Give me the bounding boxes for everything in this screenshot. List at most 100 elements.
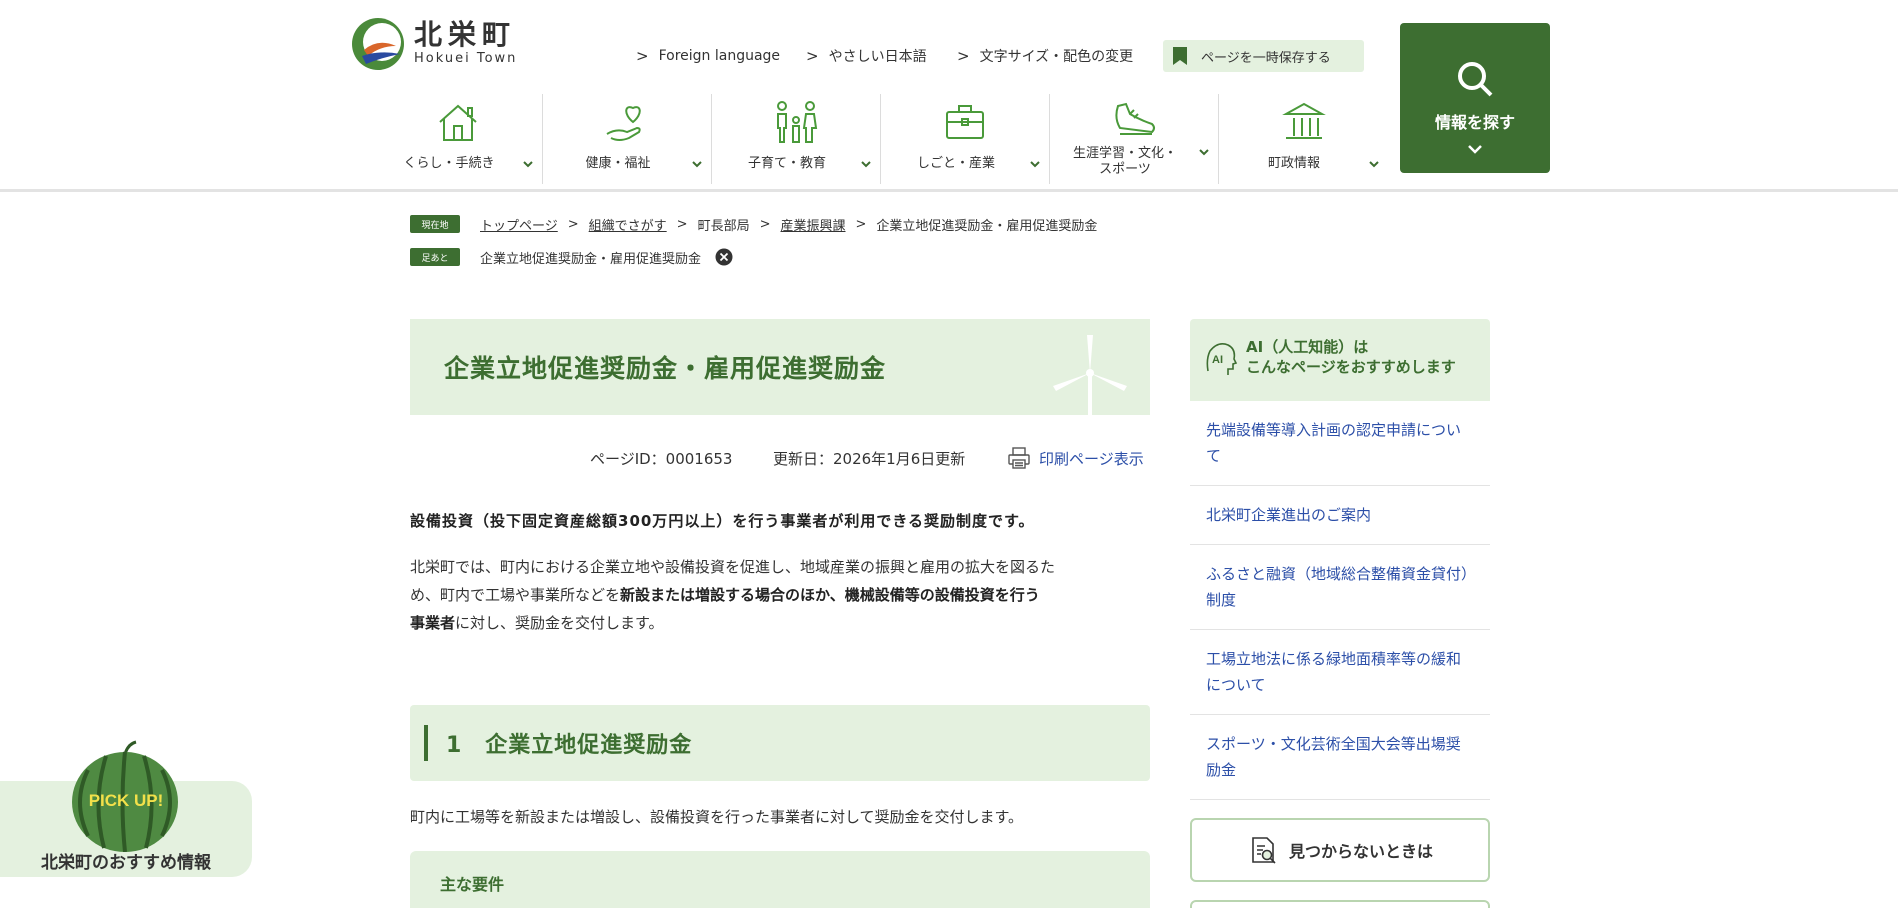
ai-badge-text: AI (1212, 354, 1223, 366)
save-page-label: ページを一時保存する (1201, 50, 1331, 66)
chevron-right-icon: > (636, 47, 649, 65)
nav-culture-label-line2: スポーツ (1099, 162, 1151, 177)
nav-health[interactable]: 健康・福祉 (543, 94, 712, 184)
nav-culture-label-line1: 生涯学習・文化・ (1072, 146, 1177, 161)
section-heading: 1 企業立地促進奨励金 (446, 733, 693, 758)
intro-line-3b: に対し、奨励金を交付します。 (455, 614, 664, 632)
logo-name-en: Hokuei Town (414, 51, 518, 66)
chevron-right-icon: > (957, 47, 970, 65)
breadcrumb-separator: > (855, 216, 867, 232)
close-icon[interactable] (715, 248, 733, 266)
updated-date: 更新日：2026年1月6日更新 (773, 449, 966, 468)
heading-accent-bar (424, 725, 428, 761)
lead-text: 設備投資（投下固定資産総額300万円以上）を行う事業者が利用できる奨励制度です。 (410, 512, 1035, 530)
breadcrumb-current-page: 企業立地促進奨励金・雇用促進奨励金 (876, 218, 1098, 234)
chevron-right-icon: > (806, 47, 819, 65)
global-nav: くらし・手続き 健康・福祉 子育て・教育 しごと・産業 生涯学習・文化・ スポー… (374, 94, 1388, 186)
breadcrumb-industry-link[interactable]: 産業振興課 (781, 215, 846, 234)
intro-line-2b: 新設または増設する場合のほか、機械設備等の設備投資を行う (620, 586, 1040, 604)
search-icon (1458, 62, 1493, 97)
recommend-link[interactable]: スポーツ・文化芸術全国大会等出場奨励金 (1190, 715, 1490, 800)
nav-living[interactable]: くらし・手続き (374, 94, 543, 184)
pickup-badge: PICK UP! (88, 791, 164, 810)
recommend-link[interactable]: 北栄町企業進出のご案内 (1190, 486, 1490, 545)
briefcase-icon (946, 105, 984, 139)
bookmark-icon (1173, 47, 1187, 65)
chevron-down-icon (692, 161, 702, 168)
breadcrumb-top-link[interactable]: トップページ (480, 215, 558, 234)
breadcrumb-separator: > (567, 216, 579, 232)
intro-line-2a: め、町内で工場や事業所などを (410, 586, 621, 604)
chevron-down-icon (1369, 161, 1379, 168)
foreign-language-link[interactable]: > Foreign language (636, 40, 780, 72)
text-size-color-link[interactable]: > 文字サイズ・配色の変更 (957, 40, 1133, 72)
logo-mark-icon (352, 18, 404, 70)
nav-childcare[interactable]: 子育て・教育 (712, 94, 881, 184)
intro-paragraph: 北栄町では、町内における企業立地や設備投資を促進し、地域産業の振興と雇用の拡大を… (410, 553, 1150, 637)
nav-culture-label: 生涯学習・文化・ スポーツ (1050, 146, 1200, 178)
recommend-link[interactable]: ふるさと融資（地域総合整備資金貸付）制度 (1190, 545, 1490, 630)
shoe-icon (1115, 102, 1155, 135)
chevron-down-icon (523, 161, 533, 168)
text-size-color-label: 文字サイズ・配色の変更 (979, 49, 1134, 65)
ai-title-line1: AI（人工知能）は (1246, 338, 1369, 356)
breadcrumb-organization-link[interactable]: 組織でさがす (589, 215, 667, 234)
nav-childcare-label: 子育て・教育 (747, 156, 826, 171)
footprint-tag: 足あと (410, 248, 460, 266)
intro-line-3a: 事業者 (410, 614, 456, 632)
search-info-label: 情報を探す (1434, 113, 1515, 132)
pickup-label[interactable]: 北栄町のおすすめ情報 (0, 848, 252, 873)
recommend-link[interactable]: 工場立地法に係る緑地面積率等の緩和について (1190, 630, 1490, 715)
site-logo[interactable]: 北栄町 Hokuei Town (350, 16, 517, 72)
page: 北栄町 Hokuei Town > Foreign language > やさし… (0, 0, 1898, 908)
breadcrumb-mayor-dept: 町長部局 (697, 218, 750, 234)
site-header: 北栄町 Hokuei Town > Foreign language > やさし… (0, 0, 1898, 192)
save-page-button[interactable]: ページを一時保存する (1163, 40, 1364, 72)
subsection-heading-box: 主な要件 (410, 851, 1150, 908)
townhall-icon (1281, 102, 1326, 139)
wind-turbine-icon (1053, 335, 1127, 415)
ai-recommend-header: AI AI（人工知能）は こんなページをおすすめします (1190, 319, 1490, 401)
footprint: 足あと 企業立地促進奨励金・雇用促進奨励金 (410, 247, 733, 267)
nav-culture[interactable]: 生涯学習・文化・ スポーツ (1050, 94, 1219, 184)
page-title-box: 企業立地促進奨励金・雇用促進奨励金 (410, 319, 1150, 415)
recommend-link[interactable]: 先端設備等導入計画の認定申請について (1190, 401, 1490, 486)
heart-hand-icon (606, 106, 641, 141)
breadcrumb-separator: > (759, 216, 771, 232)
breadcrumb: 現在地 トップページ > 組織でさがす > 町長部局 > 産業振興課 > 企業立… (410, 214, 1097, 234)
not-found-label: 見つからないときは (1288, 842, 1433, 861)
nav-town-label: 町政情報 (1267, 156, 1320, 171)
footprint-item[interactable]: 企業立地促進奨励金・雇用促進奨励金 (480, 248, 701, 267)
print-page-link[interactable]: 印刷ページ表示 (1007, 446, 1144, 470)
intro-line-1: 北栄町では、町内における企業立地や設備投資を促進し、地域産業の振興と雇用の拡大を… (410, 558, 1056, 576)
logo-name: 北栄町 (414, 18, 517, 51)
family-icon (777, 101, 818, 143)
chevron-down-icon (1199, 149, 1209, 156)
chevron-down-icon (1468, 145, 1482, 154)
print-page-label: 印刷ページ表示 (1039, 449, 1144, 468)
nav-work-label: しごと・産業 (916, 156, 995, 171)
search-info-button[interactable]: 情報を探す (1400, 23, 1550, 173)
easy-japanese-link[interactable]: > やさしい日本語 (806, 40, 927, 72)
nav-town[interactable]: 町政情報 (1219, 94, 1388, 184)
foreign-language-label: Foreign language (658, 48, 781, 64)
nav-health-label: 健康・福祉 (585, 156, 651, 171)
nav-living-label: くらし・手続き (403, 156, 495, 171)
chevron-down-icon (1030, 161, 1040, 168)
easy-japanese-label: やさしい日本語 (828, 49, 927, 65)
section-heading-box: 1 企業立地促進奨励金 (410, 705, 1150, 781)
recommend-list: 先端設備等導入計画の認定申請について 北栄町企業進出のご案内 ふるさと融資（地域… (1190, 401, 1490, 800)
ai-recommend-title: AI（人工知能）は こんなページをおすすめします (1246, 337, 1456, 377)
subsection-heading: 主な要件 (440, 875, 505, 894)
page-title: 企業立地促進奨励金・雇用促進奨励金 (444, 354, 887, 383)
current-location-tag: 現在地 (410, 215, 460, 233)
breadcrumb-separator: > (676, 216, 688, 232)
section-text: 町内に工場等を新設または増設し、設備投資を行った事業者に対して奨励金を交付します… (410, 808, 1024, 826)
printer-icon (1008, 447, 1030, 469)
ai-title-line2: こんなページをおすすめします (1246, 358, 1456, 376)
not-found-button[interactable]: 見つからないときは (1190, 818, 1490, 882)
nav-work[interactable]: しごと・産業 (881, 94, 1050, 184)
page-id: ページID：0001653 (590, 449, 733, 468)
chevron-down-icon (861, 161, 871, 168)
ai-head-icon: AI (1206, 343, 1238, 375)
